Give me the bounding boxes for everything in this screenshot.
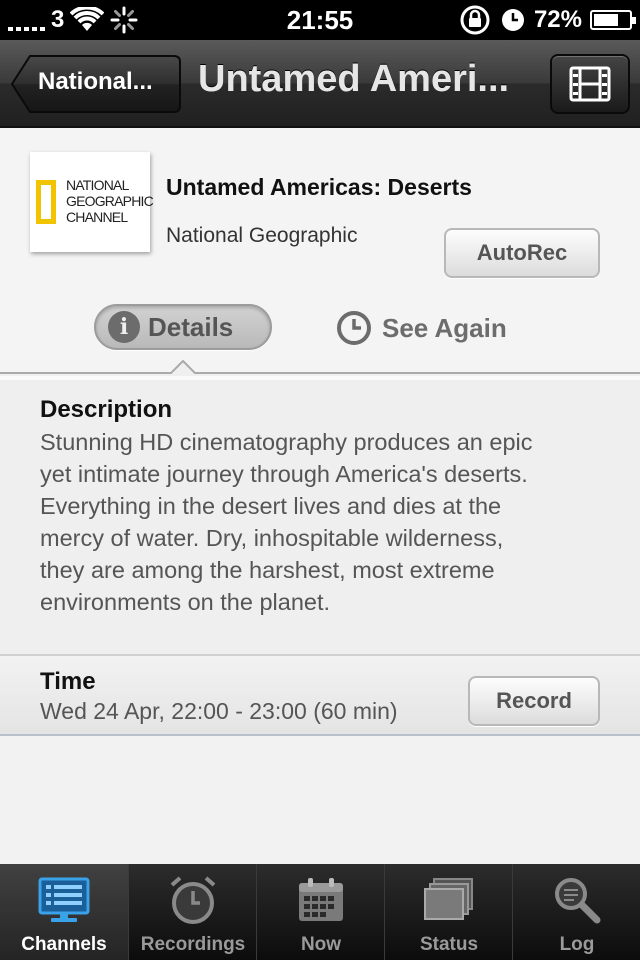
logo-line-1: NATIONAL: [66, 177, 129, 193]
tab-log-label: Log: [559, 934, 595, 955]
time-section: Time Wed 24 Apr, 22:00 - 23:00 (60 min) …: [0, 654, 640, 736]
logo-text: NATIONAL GEOGRAPHIC CHANNEL: [66, 177, 154, 225]
tab-recordings-label: Recordings: [140, 934, 246, 955]
header-divider: [0, 372, 640, 374]
channel-name: National Geographic: [166, 224, 358, 247]
tab-now-label: Now: [300, 934, 342, 955]
logo-line-3: CHANNEL: [66, 209, 128, 225]
tab-details[interactable]: i Details: [94, 304, 272, 350]
nav-title: Untamed Ameri...: [198, 58, 510, 100]
empty-area: [0, 736, 640, 864]
tab-log[interactable]: Log: [512, 864, 640, 960]
tab-status-label: Status: [419, 934, 479, 955]
selection-pointer-icon: [170, 360, 196, 374]
calendar-icon: [291, 874, 351, 926]
description-heading: Description: [40, 396, 173, 423]
film-icon: [569, 66, 611, 102]
tab-bar: Channels Recordings Now Status Log: [0, 864, 640, 960]
description-text: Stunning HD cinematography produces an e…: [40, 426, 610, 618]
description-section: Description Stunning HD cinematography p…: [0, 376, 640, 654]
back-button-label: National...: [38, 68, 153, 95]
time-value: Wed 24 Apr, 22:00 - 23:00 (60 min): [40, 698, 398, 724]
description-line: they are among the harshest, most extrem…: [40, 557, 495, 583]
description-line: yet intimate journey through America's d…: [40, 461, 528, 487]
description-line: Stunning HD cinematography produces an e…: [40, 429, 533, 455]
tab-channels-label: Channels: [21, 934, 107, 955]
logo-line-2: GEOGRAPHIC: [66, 193, 154, 209]
channels-icon: [34, 874, 94, 926]
time-heading: Time: [40, 668, 96, 695]
battery-icon: [590, 10, 636, 30]
channel-logo: NATIONAL GEOGRAPHIC CHANNEL: [30, 152, 154, 252]
alarm-clock-icon: [163, 874, 223, 926]
clock-icon: [337, 311, 371, 345]
program-title: Untamed Americas: Deserts: [166, 174, 472, 200]
status-right: 72%: [458, 5, 636, 35]
description-line: mercy of water. Dry, inhospitable wilder…: [40, 525, 504, 551]
tab-channels[interactable]: Channels: [0, 864, 128, 960]
tab-details-label: Details: [148, 311, 234, 342]
tab-now[interactable]: Now: [256, 864, 384, 960]
status-bar: 3 21:55 72%: [0, 0, 640, 40]
record-button[interactable]: Record: [468, 676, 600, 726]
logo-frame-icon: [36, 180, 56, 224]
tab-see-again-label: See Again: [382, 312, 507, 343]
stack-icon: [419, 874, 479, 926]
description-line: Everything in the desert lives and dies …: [40, 493, 502, 519]
rotation-lock-icon: [460, 5, 490, 35]
battery-percent: 72%: [533, 6, 582, 33]
info-icon: i: [108, 311, 140, 343]
navigation-bar: National... Untamed Ameri...: [0, 40, 640, 128]
alarm-icon: [501, 9, 524, 31]
tab-recordings[interactable]: Recordings: [128, 864, 256, 960]
magnifier-icon: [547, 874, 607, 926]
back-button[interactable]: National...: [10, 54, 182, 114]
tab-status[interactable]: Status: [384, 864, 512, 960]
autorec-button[interactable]: AutoRec: [444, 228, 600, 278]
description-line: environments on the planet.: [40, 589, 331, 615]
film-button[interactable]: [550, 54, 630, 114]
tab-see-again[interactable]: See Again: [336, 306, 507, 350]
program-header: NATIONAL GEOGRAPHIC CHANNEL Untamed Amer…: [0, 128, 640, 374]
